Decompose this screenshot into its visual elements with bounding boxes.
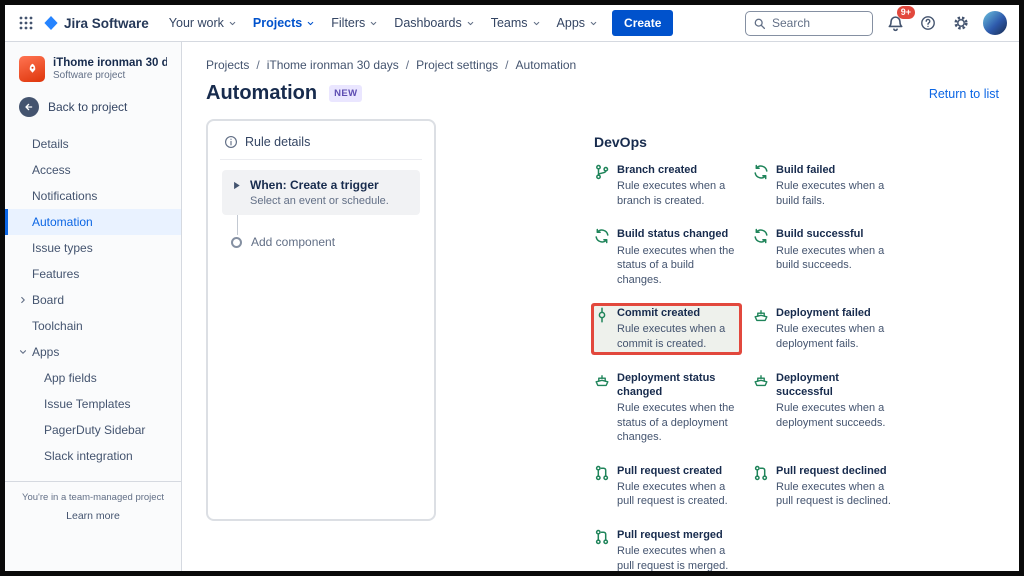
build-icon (753, 228, 769, 244)
project-avatar (19, 56, 45, 82)
sidebar-item-app-fields[interactable]: App fields (5, 365, 181, 391)
jira-logo-text: Jira Software (64, 15, 149, 31)
user-avatar[interactable] (983, 11, 1007, 35)
jira-window: Jira Software Your work Projects Filters… (0, 0, 1024, 576)
add-component-circle-icon (231, 236, 242, 248)
learn-more-link[interactable]: Learn more (66, 510, 120, 522)
main-menu: Your work Projects Filters Dashboards Te… (161, 10, 606, 36)
rule-connector-line (237, 215, 420, 235)
trigger-list-section: DevOps Branch created Rule executes when … (594, 119, 898, 571)
breadcrumb: Projects iThome ironman 30 days Project … (206, 58, 999, 72)
commit-icon (594, 307, 610, 323)
sidebar-item-board[interactable]: Board (5, 287, 181, 313)
when-trigger-item[interactable]: When: Create a trigger Select an event o… (222, 170, 420, 215)
trigger-deployment-successful[interactable]: Deployment successful Rule executes when … (753, 371, 898, 445)
build-icon (594, 228, 610, 244)
sidebar-footer: You're in a team-managed project Learn m… (5, 481, 181, 532)
sidebar-item-pagerduty-sidebar[interactable]: PagerDuty Sidebar (5, 417, 181, 443)
devops-heading: DevOps (594, 134, 647, 150)
main-content: Projects iThome ironman 30 days Project … (182, 42, 1019, 571)
sidebar-item-issue-types[interactable]: Issue types (5, 235, 181, 261)
trigger-build-successful[interactable]: Build successful Rule executes when a bui… (753, 227, 898, 287)
nav-your-work[interactable]: Your work (161, 10, 245, 36)
chevron-down-icon (228, 19, 237, 28)
back-to-project[interactable]: Back to project (5, 92, 181, 127)
project-name: iThome ironman 30 da... (53, 57, 167, 69)
trigger-build-status-changed[interactable]: Build status changed Rule executes when t… (594, 227, 739, 287)
chevron-right-icon (17, 295, 29, 305)
search-input[interactable] (772, 16, 865, 30)
trigger-pull-request-created[interactable]: Pull request created Rule executes when a… (594, 464, 739, 509)
trigger-branch-created[interactable]: Branch created Rule executes when a branc… (594, 163, 739, 208)
project-type: Software project (53, 70, 126, 81)
nav-projects[interactable]: Projects (245, 10, 323, 36)
deployment-icon (753, 372, 769, 388)
notification-badge: 9+ (896, 6, 915, 19)
trigger-build-failed[interactable]: Build failed Rule executes when a build f… (753, 163, 898, 208)
title-row: Automation NEW Return to list (206, 82, 999, 105)
chevron-down-icon (589, 19, 598, 28)
chevron-down-icon (17, 347, 29, 357)
sidebar-item-access[interactable]: Access (5, 157, 181, 183)
project-header: iThome ironman 30 da... Software project (5, 54, 181, 92)
notifications-icon[interactable]: 9+ (884, 6, 915, 34)
breadcrumb-automation[interactable]: Automation (498, 58, 577, 72)
sidebar-item-notifications[interactable]: Notifications (5, 183, 181, 209)
help-icon[interactable] (917, 12, 939, 34)
settings-nav: Details Access Notifications Automation … (5, 127, 181, 469)
chevron-down-icon (466, 19, 475, 28)
team-managed-note: You're in a team-managed project (22, 492, 164, 503)
nav-filters[interactable]: Filters (323, 10, 386, 36)
search-box[interactable] (745, 10, 873, 36)
search-icon (753, 17, 766, 30)
when-subtitle: Select an event or schedule. (250, 195, 389, 207)
sidebar-item-slack-integration[interactable]: Slack integration (5, 443, 181, 469)
return-to-list-link[interactable]: Return to list (929, 87, 999, 101)
sidebar-item-features[interactable]: Features (5, 261, 181, 287)
top-navigation: Jira Software Your work Projects Filters… (5, 5, 1019, 42)
trigger-commit-created[interactable]: Commit created Rule executes when a commi… (594, 306, 739, 352)
sidebar-item-automation[interactable]: Automation (5, 209, 181, 235)
page-title: Automation (206, 82, 318, 104)
settings-icon[interactable] (950, 12, 972, 34)
back-arrow-icon (19, 97, 39, 117)
jira-logo[interactable]: Jira Software (43, 15, 149, 31)
pull-request-icon (594, 529, 610, 545)
rule-details-header: Rule details (222, 133, 420, 159)
nav-teams[interactable]: Teams (483, 10, 549, 36)
sidebar-item-apps[interactable]: Apps (5, 339, 181, 365)
deployment-icon (594, 372, 610, 388)
sidebar-item-details[interactable]: Details (5, 131, 181, 157)
jira-logo-icon (43, 15, 59, 31)
project-settings-sidebar: iThome ironman 30 da... Software project… (5, 42, 182, 571)
sidebar-item-toolchain[interactable]: Toolchain (5, 313, 181, 339)
trigger-pull-request-merged[interactable]: Pull request merged Rule executes when a … (594, 528, 739, 571)
build-icon (753, 164, 769, 180)
pull-request-icon (753, 465, 769, 481)
play-icon (231, 180, 242, 191)
chevron-down-icon (369, 19, 378, 28)
add-component[interactable]: Add component (222, 235, 420, 249)
deployment-icon (753, 307, 769, 323)
breadcrumb-project-settings[interactable]: Project settings (399, 58, 498, 72)
trigger-deployment-failed[interactable]: Deployment failed Rule executes when a de… (753, 306, 898, 351)
new-badge: NEW (329, 85, 363, 102)
trigger-grid: Branch created Rule executes when a branc… (594, 163, 898, 571)
create-button[interactable]: Create (612, 10, 674, 36)
sidebar-item-issue-templates[interactable]: Issue Templates (5, 391, 181, 417)
trigger-pull-request-declined[interactable]: Pull request declined Rule executes when … (753, 464, 898, 509)
app-switcher-icon[interactable] (13, 10, 39, 36)
chevron-down-icon (306, 19, 315, 28)
chevron-down-icon (532, 19, 541, 28)
breadcrumb-project-name[interactable]: iThome ironman 30 days (249, 58, 399, 72)
nav-apps[interactable]: Apps (549, 10, 607, 36)
rule-builder-card: Rule details When: Create a trigger Sele… (206, 119, 436, 521)
pull-request-icon (594, 465, 610, 481)
branch-icon (594, 164, 610, 180)
breadcrumb-projects[interactable]: Projects (206, 58, 249, 72)
trigger-deployment-status-changed[interactable]: Deployment status changed Rule executes w… (594, 371, 739, 445)
nav-dashboards[interactable]: Dashboards (386, 10, 482, 36)
when-title: When: Create a trigger (250, 178, 379, 192)
info-icon (224, 135, 238, 149)
